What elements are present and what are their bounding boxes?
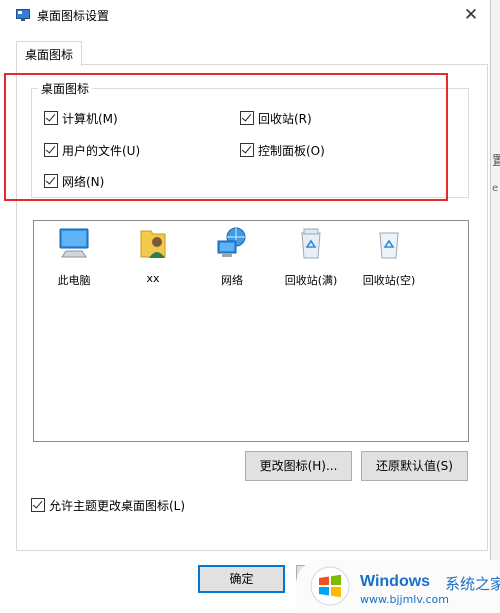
watermark-badge: Windows 系统之家 www.bjjmlv.com (296, 560, 500, 613)
user-folder-icon (140, 230, 166, 258)
checkbox-box[interactable] (240, 143, 254, 157)
icon-item-recycle-empty[interactable]: 回收站(空) (354, 225, 424, 288)
restore-default-button[interactable]: 还原默认值(S) (361, 451, 468, 481)
watermark-brand: Windows (360, 573, 431, 590)
background-text-fragment: e (492, 183, 499, 194)
icon-item-network[interactable]: 网络 (197, 225, 267, 288)
icon-item-user[interactable]: xx (118, 225, 188, 285)
ok-button[interactable]: 确定 (198, 565, 285, 593)
icon-item-this-pc[interactable]: 此电脑 (39, 225, 109, 288)
icon-label: 回收站(空) (362, 274, 416, 287)
checkbox-label: 允许主题更改桌面图标(L) (49, 498, 186, 513)
checkbox-box[interactable] (240, 111, 254, 125)
background-window-strip (491, 0, 500, 613)
groupbox-legend: 桌面图标 (38, 80, 93, 97)
checkbox-box[interactable] (31, 498, 45, 512)
checkbox-user-files[interactable]: 用户的文件(U) (44, 141, 140, 159)
checkbox-label: 用户的文件(U) (62, 143, 141, 158)
desktop-settings-icon (16, 9, 30, 21)
computer-icon (59, 228, 89, 258)
tab-desktop-icons[interactable]: 桌面图标 (16, 41, 82, 66)
icon-label: 网络 (221, 274, 243, 287)
checkbox-label: 网络(N) (62, 174, 105, 189)
checkbox-box[interactable] (44, 174, 58, 188)
icon-label: 回收站(满) (284, 274, 338, 287)
background-text-fragment: 置 (492, 154, 500, 169)
network-icon (217, 227, 246, 257)
watermark-url: www.bjjmlv.com (360, 593, 449, 606)
icon-label: xx (146, 272, 160, 285)
checkbox-label: 计算机(M) (62, 111, 118, 126)
title-bar: 桌面图标设置 ✕ (0, 0, 490, 32)
checkbox-label: 回收站(R) (258, 111, 312, 126)
windows-logo-icon (310, 566, 350, 606)
checkbox-recycle-bin[interactable]: 回收站(R) (240, 109, 312, 127)
recycle-bin-full-icon (301, 228, 321, 259)
checkbox-network[interactable]: 网络(N) (44, 172, 104, 190)
icon-list[interactable]: 此电脑 xx 网络 回收站(满) 回收站(空) (33, 220, 469, 442)
checkbox-allow-themes[interactable]: 允许主题更改桌面图标(L) (31, 496, 185, 514)
checkbox-box[interactable] (44, 111, 58, 125)
window-title: 桌面图标设置 (37, 9, 110, 23)
change-icon-button[interactable]: 更改图标(H)... (245, 451, 352, 481)
icon-item-recycle-full[interactable]: 回收站(满) (276, 225, 346, 288)
tab-label: 桌面图标 (25, 48, 74, 62)
checkbox-control-panel[interactable]: 控制面板(O) (240, 141, 325, 159)
checkbox-box[interactable] (44, 143, 58, 157)
watermark-brand-suffix: 系统之家 (445, 575, 500, 593)
close-button[interactable]: ✕ (456, 2, 486, 28)
recycle-bin-empty-icon (379, 232, 399, 259)
checkbox-label: 控制面板(O) (258, 143, 325, 158)
icon-label: 此电脑 (57, 274, 91, 287)
checkbox-computer[interactable]: 计算机(M) (44, 109, 118, 127)
